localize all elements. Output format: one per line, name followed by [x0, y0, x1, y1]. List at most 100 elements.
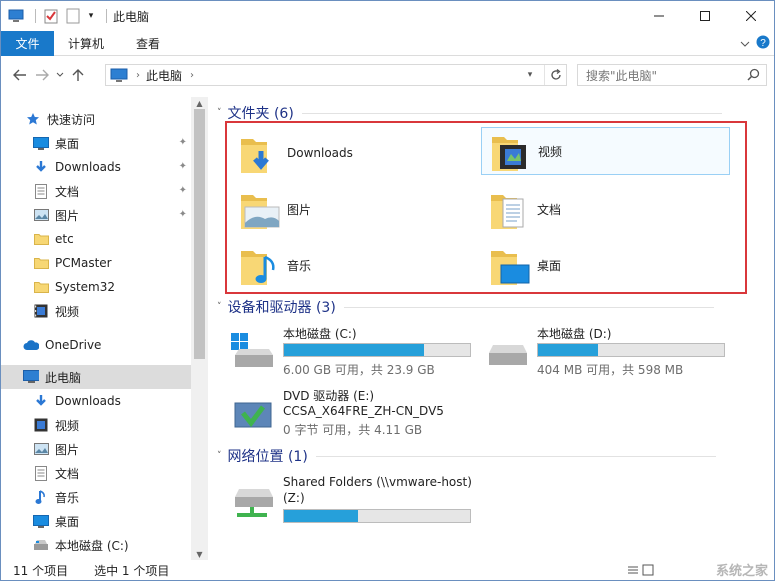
minimize-button[interactable] — [636, 1, 682, 31]
download-folder-icon — [239, 131, 281, 175]
recent-locations-button[interactable] — [53, 64, 67, 86]
nav-label: 视频 — [55, 418, 80, 433]
drive-usage-bar — [283, 509, 471, 523]
nav-pc-downloads[interactable]: Downloads — [1, 389, 191, 413]
pin-icon[interactable]: ✦ — [179, 161, 187, 172]
quick-access-toolbar: ▾ 此电脑 — [1, 1, 149, 31]
chevron-down-icon — [56, 72, 64, 77]
selected-count: 选中 1 个项目 — [94, 564, 170, 578]
divider — [315, 455, 716, 457]
nav-label: etc — [55, 232, 74, 246]
folder-icon — [33, 279, 49, 295]
nav-pc-local-disk-c[interactable]: 本地磁盘 (C:) — [1, 533, 191, 557]
up-button[interactable] — [67, 64, 89, 86]
breadcrumb-chevron-icon[interactable]: › — [190, 70, 194, 81]
collapse-chevron-icon[interactable]: ˅ — [217, 302, 222, 312]
video-icon — [33, 303, 49, 319]
svg-text:?: ? — [760, 38, 766, 49]
nav-item-videos[interactable]: 视频 — [1, 299, 191, 323]
search-icon[interactable] — [747, 68, 760, 84]
nav-item-pictures[interactable]: 图片 ✦ — [1, 203, 191, 227]
nav-scrollbar[interactable]: ▲ ▼ — [191, 97, 208, 560]
nav-pc-music[interactable]: 音乐 — [1, 485, 191, 509]
properties-icon[interactable] — [42, 7, 60, 25]
this-pc-icon[interactable] — [7, 7, 25, 25]
tab-file[interactable]: 文件 — [1, 30, 54, 56]
nav-item-pcmaster[interactable]: PCMaster — [1, 251, 191, 275]
folder-videos[interactable]: 视频 — [481, 127, 730, 175]
window-controls — [636, 1, 774, 31]
details-view-icon[interactable] — [627, 564, 639, 579]
nav-item-downloads[interactable]: Downloads ✦ — [1, 155, 191, 179]
nav-item-desktop[interactable]: 桌面 ✦ — [1, 131, 191, 155]
network-group-header[interactable]: ˅ 网络位置 (1) — [217, 446, 716, 466]
tab-computer[interactable]: 计算机 — [54, 31, 122, 56]
nav-label: 图片 — [55, 442, 80, 457]
drive-c[interactable]: 本地磁盘 (C:) 6.00 GB 可用，共 23.9 GB — [229, 325, 479, 383]
nav-label: 桌面 — [55, 514, 80, 529]
picture-icon — [33, 441, 49, 457]
nav-item-system32[interactable]: System32 — [1, 275, 191, 299]
nav-item-etc[interactable]: etc — [1, 227, 191, 251]
drive-usage-fill — [284, 344, 424, 356]
drive-name: 本地磁盘 (C:) — [283, 327, 357, 341]
breadcrumb-this-pc[interactable]: 此电脑 — [146, 67, 182, 84]
scroll-down-icon[interactable]: ▼ — [191, 548, 208, 560]
drive-d[interactable]: 本地磁盘 (D:) 404 MB 可用，共 598 MB — [483, 325, 733, 383]
refresh-button[interactable] — [544, 65, 566, 85]
pin-icon[interactable]: ✦ — [179, 137, 187, 148]
tab-view[interactable]: 查看 — [122, 31, 178, 56]
maximize-button[interactable] — [682, 1, 728, 31]
download-icon — [33, 159, 49, 175]
title-bar: ▾ 此电脑 — [1, 1, 774, 31]
nav-this-pc[interactable]: 此电脑 — [1, 365, 191, 389]
forward-arrow-icon — [36, 69, 49, 81]
folder-pictures[interactable]: 图片 — [235, 185, 475, 233]
search-input[interactable]: 搜索"此电脑" — [577, 64, 767, 86]
collapse-chevron-icon[interactable]: ˅ — [217, 108, 222, 118]
breadcrumb-chevron-icon[interactable]: › — [136, 70, 140, 81]
drive-size: 6.00 GB 可用，共 23.9 GB — [283, 363, 435, 377]
pin-icon[interactable]: ✦ — [179, 185, 187, 196]
folder-desktop[interactable]: 桌面 — [481, 241, 730, 289]
network-drive-z[interactable]: Shared Folders (\\vmware-host) (Z:) — [229, 475, 489, 533]
new-folder-icon[interactable] — [64, 7, 82, 25]
drive-dvd-e[interactable]: DVD 驱动器 (E:) CCSA_X64FRE_ZH-CN_DV5 0 字节 … — [229, 387, 529, 445]
nav-label: 音乐 — [55, 490, 80, 505]
folder-downloads[interactable]: Downloads — [235, 129, 475, 177]
folder-documents[interactable]: 文档 — [481, 185, 730, 233]
large-icons-view-icon[interactable] — [642, 564, 654, 579]
forward-button[interactable] — [31, 64, 53, 86]
nav-label: 本地磁盘 (C:) — [55, 538, 129, 553]
address-bar[interactable]: › 此电脑 › ▾ — [105, 64, 567, 86]
address-dropdown-icon[interactable]: ▾ — [520, 65, 540, 85]
devices-group-header[interactable]: ˅ 设备和驱动器 (3) — [217, 297, 714, 317]
back-button[interactable] — [9, 64, 31, 86]
maximize-icon — [700, 11, 710, 21]
pin-icon[interactable]: ✦ — [179, 209, 187, 220]
collapse-chevron-icon[interactable]: ˅ — [217, 451, 222, 461]
divider — [301, 112, 722, 114]
desktop-icon — [33, 135, 49, 151]
expand-ribbon-icon[interactable] — [740, 37, 750, 51]
nav-item-documents[interactable]: 文档 ✦ — [1, 179, 191, 203]
nav-quick-access[interactable]: 快速访问 — [1, 107, 191, 131]
scrollbar-thumb[interactable] — [194, 109, 205, 359]
music-icon — [33, 489, 49, 505]
help-icon[interactable]: ? — [756, 35, 770, 52]
nav-pc-documents[interactable]: 文档 — [1, 461, 191, 485]
nav-label: Downloads — [55, 394, 121, 408]
nav-pc-videos[interactable]: 视频 — [1, 413, 191, 437]
drive-name: DVD 驱动器 (E:) — [283, 389, 375, 403]
nav-pc-desktop[interactable]: 桌面 — [1, 509, 191, 533]
nav-label: 文档 — [55, 184, 80, 199]
close-button[interactable] — [728, 1, 774, 31]
nav-onedrive[interactable]: OneDrive — [1, 333, 191, 357]
folder-label: 文档 — [537, 202, 562, 217]
nav-pc-pictures[interactable]: 图片 — [1, 437, 191, 461]
scroll-up-icon[interactable]: ▲ — [191, 97, 208, 109]
minimize-icon — [654, 15, 664, 17]
folder-music[interactable]: 音乐 — [235, 241, 475, 289]
folders-group-header[interactable]: ˅ 文件夹 (6) — [217, 103, 722, 123]
customize-dropdown-icon[interactable]: ▾ — [86, 7, 96, 25]
